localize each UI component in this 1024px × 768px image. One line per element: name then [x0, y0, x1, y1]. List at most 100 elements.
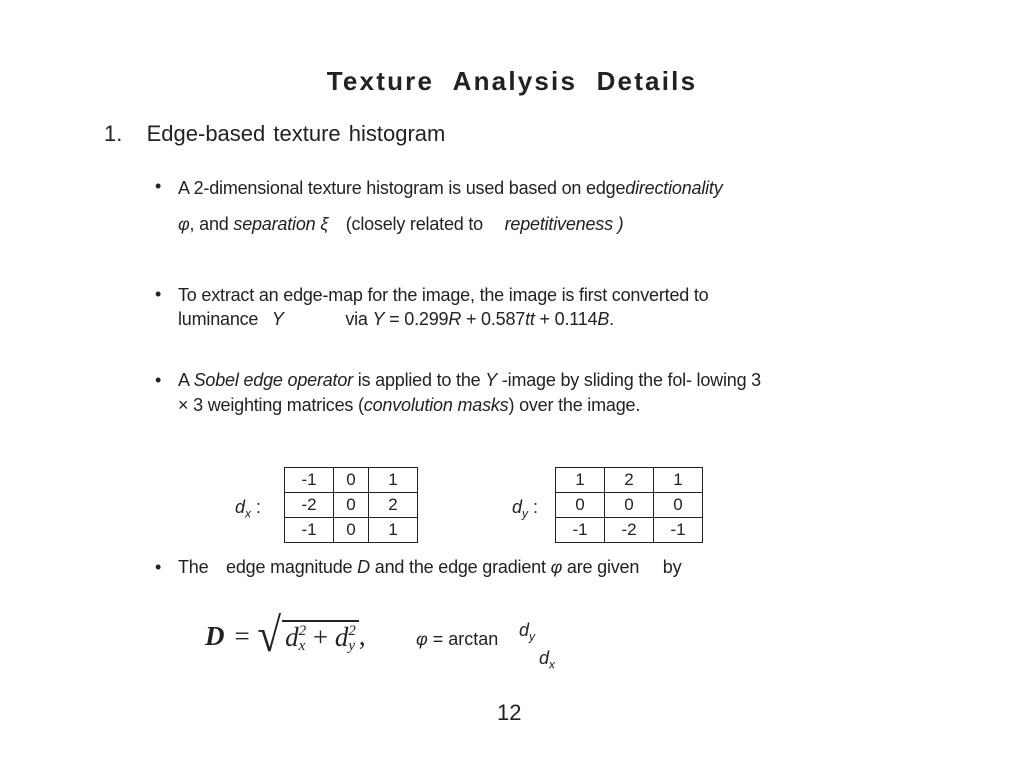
matrix-cell: 1	[653, 467, 703, 493]
symbol-phi: φ	[178, 214, 190, 234]
symbol-D: D	[357, 557, 370, 577]
matrix-cell: 1	[368, 467, 418, 493]
arctan-text: = arctan	[427, 629, 499, 649]
label-d: d	[235, 497, 246, 517]
bullet-text-line: To extract an edge-map for the image, th…	[178, 285, 709, 305]
exponent: 2	[298, 623, 307, 640]
bullet-text-line: φ, and separation ξ (closely related to …	[178, 214, 624, 235]
section-number: 1.	[104, 121, 123, 146]
matrix-dy-table: 1 2 1 0 0 0 -1 -2 -1	[555, 467, 703, 543]
bullet-text-line: luminance Y via Y = 0.299R + 0.587tt + 0…	[178, 309, 614, 330]
text: + 0.587	[461, 309, 526, 329]
bullet-text-line: × 3 weighting matrices (convolution mask…	[178, 395, 640, 416]
bullet-text-line: A 2-dimensional texture histogram is use…	[178, 178, 723, 199]
text: ) over the image.	[508, 395, 641, 415]
text: The	[178, 557, 209, 577]
page-number: 12	[497, 700, 522, 725]
text: (closely related to	[345, 214, 483, 234]
matrix-row: -1 0 1	[284, 467, 418, 493]
symbol-G: tt	[525, 309, 535, 329]
symbol-Y: Y	[372, 309, 385, 329]
radicand: d2x + d2y	[282, 619, 359, 655]
matrix-cell: 1	[555, 467, 605, 493]
text: + 0.114	[534, 309, 598, 329]
sqrt-icon: √	[257, 609, 281, 662]
matrix-cell: 0	[604, 492, 654, 518]
matrix-cell: 1	[368, 517, 418, 543]
text: -image by sliding the fol- lowing 3	[497, 370, 761, 390]
subscript: x	[298, 638, 306, 655]
text: = 0.299	[384, 309, 449, 329]
subscript: x	[549, 657, 556, 672]
term-directionality: directionality	[625, 178, 723, 198]
matrix-cell: -1	[555, 517, 605, 543]
text: is applied to the	[352, 370, 486, 390]
label-d: d	[512, 497, 523, 517]
symbol-B: B	[597, 309, 610, 329]
slide-title: Texture Analysis Details	[326, 66, 698, 96]
symbol-R: R	[448, 309, 462, 329]
symbol-Y: Y	[271, 309, 284, 329]
matrix-row: 121	[555, 467, 703, 493]
equals-sign: =	[234, 620, 250, 651]
bullet-marker: •	[155, 370, 162, 390]
matrix-cell: -1	[284, 517, 334, 543]
symbol-phi: φ	[416, 629, 428, 649]
fraction-numerator: dy	[519, 620, 535, 644]
text: A	[178, 370, 194, 390]
bullet-marker: •	[155, 284, 162, 304]
term-d: d	[519, 620, 530, 640]
edge-gradient-formula: φ = arctan	[416, 629, 498, 650]
text: and the edge gradient	[374, 557, 546, 577]
matrix-cell: -2	[604, 517, 654, 543]
matrix-cell: 2	[368, 492, 418, 518]
symbol-phi: φ	[550, 557, 563, 577]
label-colon: :	[251, 497, 262, 517]
matrix-cell: 0	[333, 467, 369, 493]
bullet-marker: •	[155, 557, 162, 577]
text: luminance	[178, 309, 259, 329]
exponent: 2	[348, 623, 356, 640]
term-convolution-masks: convolution masks	[363, 395, 509, 415]
bullet-marker: •	[155, 176, 162, 196]
matrix-cell: 0	[333, 492, 369, 518]
matrix-dx-table: -1 0 1 -2 0 2 -1 0 1	[284, 467, 418, 543]
matrix-cell: 0	[333, 517, 369, 543]
term-separation: separation ξ	[233, 214, 329, 234]
matrix-row: -2 0 2	[284, 492, 418, 518]
matrix-row: -1 0 1	[284, 517, 418, 543]
edge-magnitude-formula: D = √ d2x + d2y ,	[205, 612, 366, 660]
term-d: d	[285, 621, 299, 652]
term-repetitiveness: repetitiveness )	[504, 214, 624, 234]
section-heading: 1. Edge-based texture histogram	[104, 121, 445, 147]
matrix-cell: -2	[284, 492, 334, 518]
bullet-text-line: The edge magnitude D and the edge gradie…	[178, 557, 682, 578]
matrix-dx-label: dx :	[235, 497, 261, 521]
term-d: d	[334, 621, 349, 652]
matrix-cell: 0	[555, 492, 605, 518]
matrix-cell: 2	[604, 467, 654, 493]
text: .	[609, 309, 614, 329]
text: × 3 weighting matrices (	[178, 395, 364, 415]
section-title: Edge-based texture histogram	[146, 121, 446, 146]
bullet-text-line: A Sobel edge operator is applied to the …	[178, 370, 761, 391]
comma: ,	[358, 620, 366, 651]
fraction-denominator: dx	[539, 648, 555, 672]
plus-sign: +	[306, 621, 335, 652]
text: are given	[566, 557, 640, 577]
text: A 2-dimensional texture histogram is use…	[178, 178, 626, 198]
matrix-dy-label: dy :	[512, 497, 538, 521]
subscript: y	[529, 629, 536, 644]
matrix-cell: 0	[653, 492, 703, 518]
subscript: y	[348, 638, 355, 655]
matrix-row: -1 -2 -1	[555, 517, 703, 543]
term-sobel-operator: Sobel edge operator	[193, 370, 354, 390]
matrix-cell: -1	[284, 467, 334, 493]
text: edge magnitude	[226, 557, 353, 577]
label-colon: :	[528, 497, 539, 517]
text: , and	[189, 214, 234, 234]
matrix-row: 000	[555, 492, 703, 518]
symbol-Y: Y	[485, 370, 498, 390]
symbol-D: D	[205, 620, 225, 651]
text: via	[345, 309, 368, 329]
